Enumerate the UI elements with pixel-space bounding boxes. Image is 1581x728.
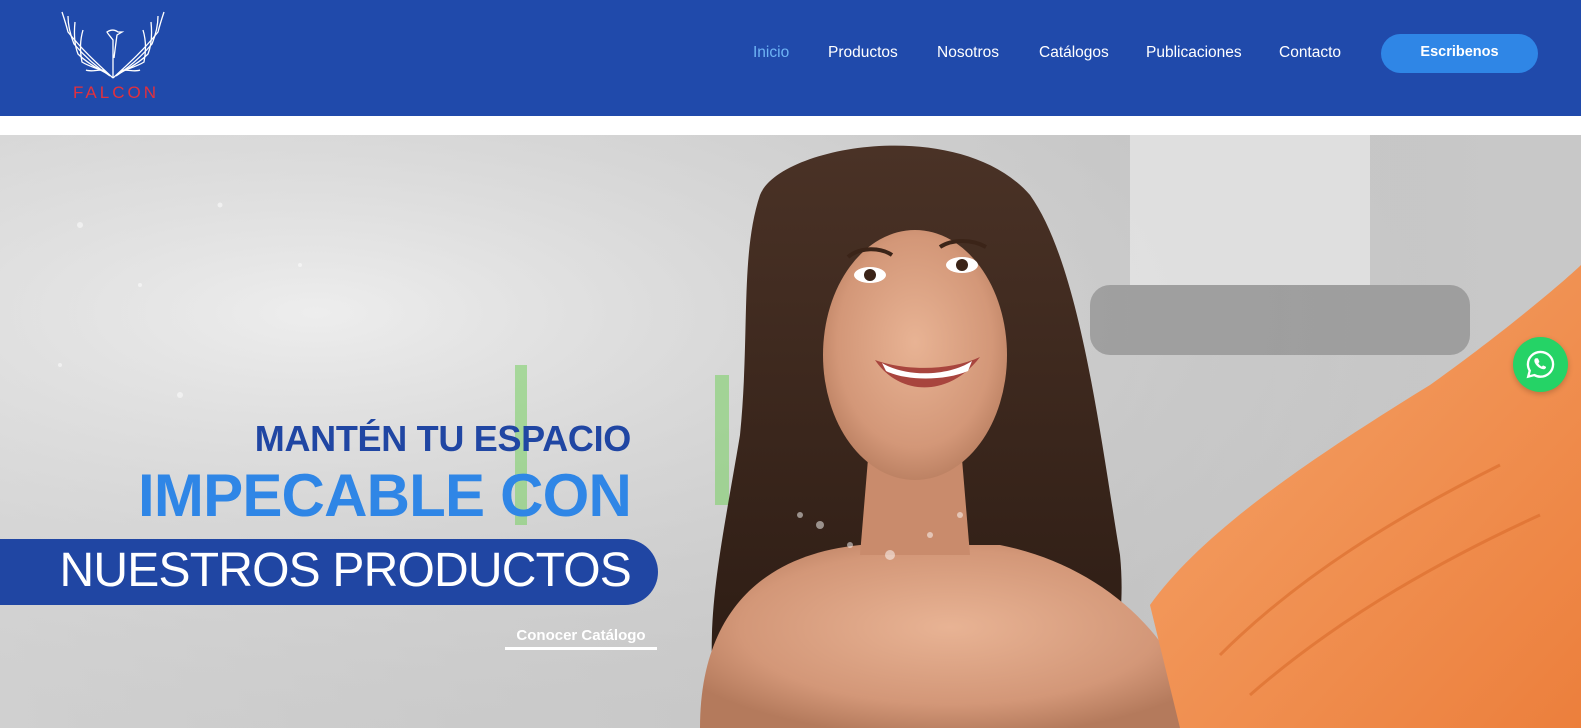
hero-banner: MANTÉN TU ESPACIO IMPECABLE CON NUESTROS… — [0, 135, 1581, 728]
view-catalog-link[interactable]: Conocer Catálogo — [505, 627, 657, 650]
site-header: FALCON Inicio Productos Nosotros Catálog… — [0, 0, 1581, 116]
whatsapp-button[interactable] — [1513, 337, 1568, 392]
logo-wordmark: FALCON — [72, 83, 160, 102]
nav-item-contacto[interactable]: Contacto — [1279, 44, 1341, 62]
nav-item-productos[interactable]: Productos — [828, 44, 898, 62]
write-us-button[interactable]: Escribenos — [1381, 34, 1538, 73]
hero-headline-line3: NUESTROS PRODUCTOS — [59, 544, 632, 597]
nav-item-inicio[interactable]: Inicio — [753, 44, 789, 62]
falcon-logo[interactable]: FALCON — [58, 10, 168, 105]
hero-headline-line2: IMPECABLE CON — [138, 462, 632, 529]
nav-item-nosotros[interactable]: Nosotros — [937, 44, 999, 62]
hero-headline-line1: MANTÉN TU ESPACIO — [254, 418, 632, 459]
nav-item-publicaciones[interactable]: Publicaciones — [1146, 44, 1242, 62]
nav-item-catalogos[interactable]: Catálogos — [1039, 44, 1109, 62]
hero-photo — [0, 135, 1581, 728]
falcon-bird-icon — [61, 11, 165, 79]
whatsapp-icon — [1526, 350, 1555, 379]
